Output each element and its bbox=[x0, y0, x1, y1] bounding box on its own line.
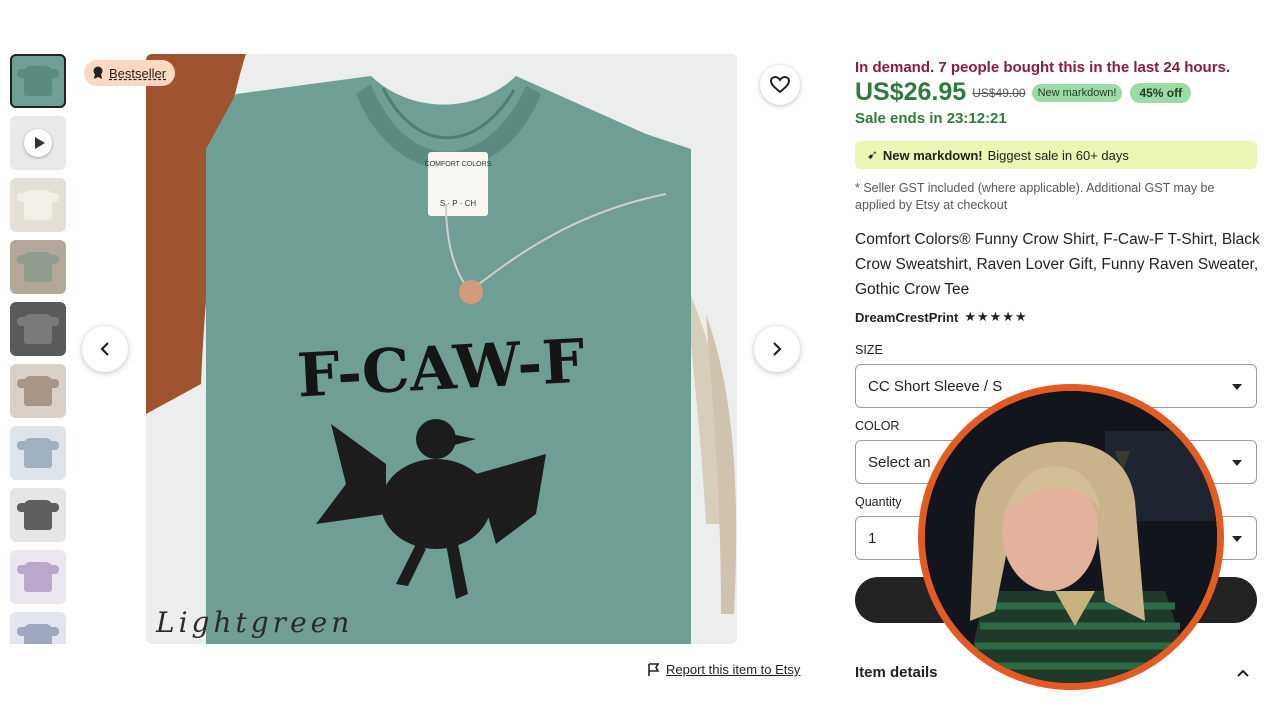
favorite-button[interactable] bbox=[760, 65, 800, 105]
markdown-banner: ➹ New markdown! Biggest sale in 60+ days bbox=[855, 141, 1257, 169]
chevron-left-icon bbox=[100, 342, 109, 356]
markdown-banner-text: Biggest sale in 60+ days bbox=[987, 147, 1129, 163]
thumbnail-5[interactable] bbox=[10, 302, 66, 356]
sale-countdown: Sale ends in 23:12:21 bbox=[855, 110, 1007, 127]
markdown-banner-bold: New markdown! bbox=[882, 147, 983, 163]
bestseller-label: Bestseller bbox=[109, 65, 167, 81]
size-label: SIZE bbox=[855, 343, 883, 357]
heart-icon bbox=[770, 76, 790, 94]
original-price: US$49.00 bbox=[972, 85, 1026, 100]
thumbnail-1[interactable] bbox=[10, 54, 66, 108]
shop-name-link[interactable]: DreamCrestPrint bbox=[855, 310, 958, 325]
chevron-down-icon bbox=[1232, 536, 1242, 542]
streamer-video bbox=[925, 391, 1217, 683]
price-row: US$26.95 US$49.00 New markdown! 45% off bbox=[855, 78, 1192, 107]
thumbnail-video[interactable] bbox=[10, 116, 66, 170]
thumbnail-3[interactable] bbox=[10, 178, 66, 232]
thumbnail-strip bbox=[10, 54, 66, 644]
quantity-select-value: 1 bbox=[868, 529, 877, 547]
next-image-button[interactable] bbox=[754, 326, 800, 372]
flag-icon bbox=[648, 662, 660, 676]
rating-stars[interactable]: ★★★★★ bbox=[964, 309, 1027, 325]
webcam-overlay bbox=[918, 384, 1224, 690]
photo-caption: Lightgreen bbox=[155, 606, 353, 639]
color-label: COLOR bbox=[855, 419, 900, 433]
chevron-right-icon bbox=[773, 342, 782, 356]
discount-badge: 45% off bbox=[1130, 82, 1192, 103]
chevron-up-icon bbox=[1237, 669, 1249, 677]
thumbnail-10[interactable] bbox=[10, 612, 66, 644]
previous-image-button[interactable] bbox=[82, 326, 128, 372]
thumbnail-8[interactable] bbox=[10, 488, 66, 542]
play-icon bbox=[24, 129, 52, 157]
quantity-label: Quantity bbox=[855, 495, 902, 509]
listing-title: Comfort Colors® Funny Crow Shirt, F-Caw-… bbox=[855, 231, 1260, 298]
report-label: Report this item to Etsy bbox=[666, 662, 801, 677]
label-brand: COMFORT COLORS bbox=[425, 161, 492, 168]
chevron-down-icon bbox=[1232, 384, 1242, 390]
sparkle-icon: ➹ bbox=[867, 147, 878, 162]
demand-text: In demand. 7 people bought this in the l… bbox=[855, 59, 1231, 76]
thumbnail-9[interactable] bbox=[10, 550, 66, 604]
gst-note: * Seller GST included (where applicable)… bbox=[855, 181, 1215, 212]
thumbnail-7[interactable] bbox=[10, 426, 66, 480]
thumbnail-4[interactable] bbox=[10, 240, 66, 294]
item-details-label: Item details bbox=[855, 664, 938, 681]
shop-row: DreamCrestPrint ★★★★★ bbox=[855, 309, 1028, 325]
award-icon bbox=[93, 66, 103, 79]
thumbnail-6[interactable] bbox=[10, 364, 66, 418]
shirt-illustration: COMFORT COLORS S · P · CH F-CAW-F Lightg… bbox=[146, 54, 737, 644]
new-markdown-badge: New markdown! bbox=[1031, 83, 1123, 102]
bestseller-badge[interactable]: Bestseller bbox=[84, 60, 176, 86]
product-photo: COMFORT COLORS S · P · CH F-CAW-F Lightg… bbox=[146, 54, 737, 644]
chevron-down-icon bbox=[1232, 460, 1242, 466]
current-price: US$26.95 bbox=[855, 78, 967, 106]
report-item-link[interactable]: Report this item to Etsy bbox=[648, 662, 800, 677]
size-select-value: CC Short Sleeve / S bbox=[868, 377, 1003, 395]
color-select-value: Select an bbox=[868, 453, 931, 471]
